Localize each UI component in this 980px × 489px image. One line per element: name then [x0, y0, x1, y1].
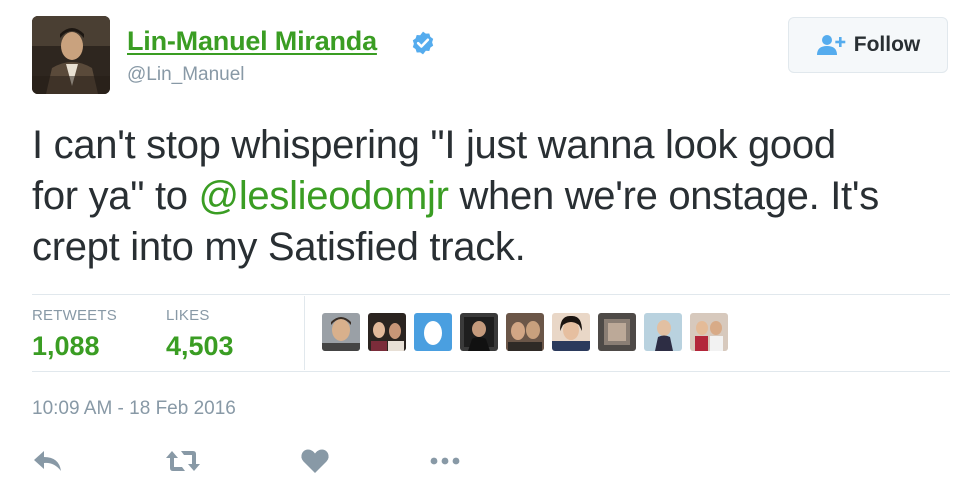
liker-avatar-3[interactable] — [414, 313, 452, 351]
default-egg-icon — [414, 313, 452, 351]
like-button[interactable] — [300, 443, 330, 479]
liker-avatar-1[interactable] — [322, 313, 360, 351]
profile-photo — [32, 16, 110, 94]
follow-button-label: Follow — [853, 33, 921, 56]
author-avatar[interactable] — [32, 16, 110, 94]
tweet-text-line-2: for ya" to @leslieodomjr when we're onst… — [32, 171, 962, 222]
author-handle[interactable]: @Lin_Manuel — [127, 64, 245, 86]
liker-photo-icon — [690, 313, 728, 351]
more-dots-icon — [430, 457, 460, 465]
liker-photo-icon — [598, 313, 636, 351]
follow-button[interactable]: Follow — [788, 17, 948, 73]
liker-avatar-7[interactable] — [598, 313, 636, 351]
tweet-text-line-3: crept into my Satisfied track. — [32, 225, 526, 269]
stats-vertical-divider — [304, 296, 305, 370]
retweet-button[interactable] — [164, 443, 202, 479]
tweet-timestamp[interactable]: 10:09 AM - 18 Feb 2016 — [32, 398, 236, 420]
tweet-text-line-1: I can't stop whispering "I just wanna lo… — [32, 123, 836, 167]
liker-photo-icon — [460, 313, 498, 351]
reply-icon — [34, 451, 61, 471]
liker-photo-icon — [644, 313, 682, 351]
stats-bottom-divider — [32, 371, 950, 372]
retweets-count: 1,088 — [32, 331, 100, 361]
liker-photo-icon — [506, 313, 544, 351]
mention-link[interactable]: @leslieodomjr — [199, 174, 449, 218]
likes-label: LIKES — [166, 307, 210, 324]
liker-photo-icon — [552, 313, 590, 351]
author-display-name[interactable]: Lin-Manuel Miranda — [127, 26, 377, 57]
liker-avatar-5[interactable] — [506, 313, 544, 351]
retweet-icon — [166, 451, 200, 471]
likes-stat[interactable]: LIKES 4,503 — [166, 307, 234, 362]
likes-count: 4,503 — [166, 331, 234, 361]
liker-photo-icon — [368, 313, 406, 351]
liker-avatar-2[interactable] — [368, 313, 406, 351]
liker-avatar-9[interactable] — [690, 313, 728, 351]
more-button[interactable] — [430, 443, 460, 479]
retweets-stat[interactable]: RETWEETS 1,088 — [32, 307, 117, 362]
tweet-action-bar — [32, 443, 502, 479]
liker-avatar-6[interactable] — [552, 313, 590, 351]
liker-avatar-8[interactable] — [644, 313, 682, 351]
tweet-text-line-2-end: when we're onstage. It's — [448, 174, 879, 218]
retweets-label: RETWEETS — [32, 307, 117, 324]
liker-avatar-4[interactable] — [460, 313, 498, 351]
reply-button[interactable] — [32, 443, 64, 479]
tweet-text-line-2-start: for ya" to — [32, 174, 199, 218]
liker-photo-icon — [322, 313, 360, 351]
tweet-text: I can't stop whispering "I just wanna lo… — [32, 120, 962, 273]
verified-badge-icon — [412, 31, 434, 55]
heart-icon — [301, 449, 329, 473]
follow-person-plus-icon — [816, 35, 846, 55]
stats-top-divider — [32, 294, 950, 295]
likers-avatar-row — [322, 313, 728, 351]
